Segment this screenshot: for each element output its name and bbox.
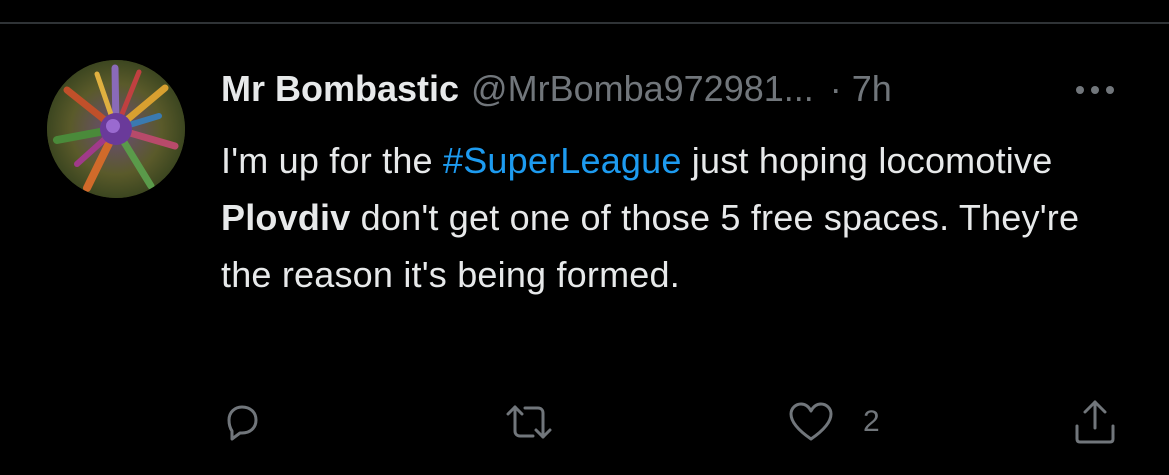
share-icon — [1075, 400, 1115, 444]
heart-icon — [789, 402, 833, 441]
like-count: 2 — [863, 405, 880, 438]
tweet-text-segment: I'm up for the — [221, 140, 443, 181]
tweet-text-segment: just hoping locomotive — [681, 140, 1053, 181]
tweet-header: Mr Bombastic @MrBomba972981... · 7h — [221, 66, 892, 112]
display-name[interactable]: Mr Bombastic — [221, 68, 459, 110]
tweet-actions: 2 — [0, 398, 1169, 446]
hashtag-link[interactable]: #SuperLeague — [443, 140, 682, 181]
tweet-timestamp[interactable]: 7h — [852, 68, 892, 110]
like-button[interactable]: 2 — [787, 398, 880, 446]
top-divider — [0, 22, 1169, 24]
tweet-text: I'm up for the #SuperLeague just hoping … — [221, 132, 1101, 303]
user-handle[interactable]: @MrBomba972981... — [471, 68, 814, 110]
highlighted-term: Plovdiv — [221, 197, 351, 238]
tweet-text-segment: don't get one of those 5 free spaces. Th… — [221, 197, 1080, 295]
retweet-button[interactable] — [503, 398, 555, 446]
avatar[interactable] — [47, 60, 185, 198]
share-button[interactable] — [1070, 398, 1120, 446]
reply-icon — [227, 405, 258, 441]
separator-dot: · — [829, 68, 842, 109]
retweet-icon — [506, 405, 552, 439]
more-horizontal-icon — [1076, 86, 1114, 94]
more-options-button[interactable] — [1072, 78, 1118, 102]
reply-button[interactable] — [219, 398, 265, 446]
